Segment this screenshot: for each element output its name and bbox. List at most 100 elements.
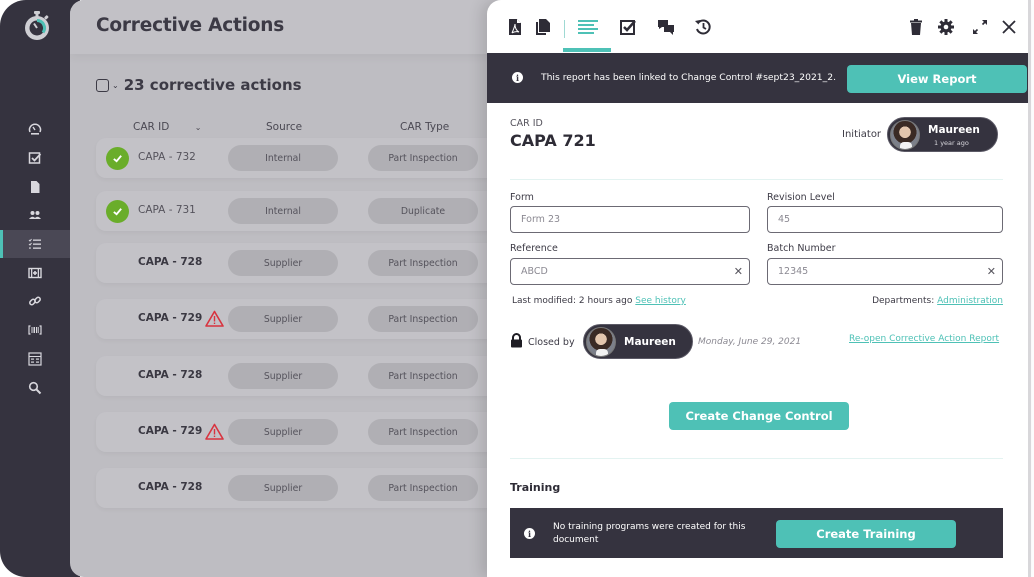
checklist-icon: [620, 20, 636, 35]
column-header-source[interactable]: Source: [266, 121, 302, 133]
last-modified: Last modified: 2 hours ago See history: [512, 296, 686, 306]
sidebar-item-tasks[interactable]: [0, 144, 70, 173]
link-icon: [29, 297, 41, 306]
car-id: CAPA - 732: [138, 151, 196, 163]
revision-level-value: 45: [778, 214, 791, 225]
completed-check-icon: [106, 147, 129, 170]
reference-field[interactable]: ABCD ✕: [510, 258, 750, 285]
details-lines-icon: [578, 20, 598, 34]
chevron-down-icon[interactable]: ⌄: [112, 81, 119, 90]
sidebar-item-medical[interactable]: [0, 258, 70, 287]
copy-button[interactable]: [533, 17, 553, 37]
gear-icon: [938, 19, 954, 35]
create-training-button[interactable]: Create Training: [776, 520, 956, 548]
car-id: CAPA - 728: [138, 481, 203, 493]
reopen-report-link[interactable]: Re-open Corrective Action Report: [849, 334, 999, 344]
source-pill: Internal: [228, 145, 338, 171]
expand-button[interactable]: [970, 17, 990, 37]
stopwatch-logo-icon[interactable]: [22, 10, 52, 42]
car-id: CAPA - 731: [138, 204, 196, 216]
sidebar: [0, 0, 80, 577]
revision-level-label: Revision Level: [767, 192, 835, 203]
expand-icon: [973, 20, 987, 34]
panel-scrollbar[interactable]: [1028, 0, 1031, 577]
reference-value: ABCD: [521, 266, 548, 277]
sort-chevron-icon[interactable]: ⌄: [195, 123, 202, 132]
pdf-button[interactable]: [505, 17, 525, 37]
column-header-car-id[interactable]: CAR ID ⌄: [133, 121, 201, 133]
table-row[interactable]: CAPA - 728 Supplier Part Inspection: [96, 356, 510, 396]
reference-label: Reference: [510, 243, 558, 254]
closed-by-chip[interactable]: Maureen: [583, 324, 693, 359]
column-header-car-type[interactable]: CAR Type: [400, 121, 449, 133]
sidebar-item-dashboard[interactable]: [0, 115, 70, 144]
sidebar-item-users[interactable]: [0, 201, 70, 230]
car-type-pill: Part Inspection: [368, 419, 478, 445]
table-row[interactable]: CAPA - 732 Internal Part Inspection: [96, 138, 510, 178]
closed-by-name: Maureen: [624, 336, 676, 348]
department-link[interactable]: Administration: [937, 296, 1003, 306]
table-row[interactable]: CAPA - 729 Supplier Part Inspection: [96, 299, 510, 339]
sidebar-item-links[interactable]: [0, 287, 70, 316]
sidebar-item-barcode[interactable]: [0, 316, 70, 345]
sidebar-nav: [0, 115, 70, 402]
panel-toolbar: [487, 0, 1031, 53]
source-pill: Supplier: [228, 419, 338, 445]
car-type-pill: Part Inspection: [368, 363, 478, 389]
page-title: Corrective Actions: [96, 15, 285, 36]
view-report-button[interactable]: View Report: [847, 65, 1027, 93]
checkbox-task-icon: [28, 152, 42, 164]
revision-level-field[interactable]: 45: [767, 206, 1003, 233]
column-label: CAR ID: [133, 121, 170, 133]
pdf-icon: [509, 19, 521, 35]
initiator-chip[interactable]: Maureen 1 year ago: [887, 117, 998, 152]
comments-icon: [658, 20, 674, 35]
source-pill: Internal: [228, 198, 338, 224]
car-id-value: CAPA 721: [510, 131, 596, 150]
sidebar-item-documents[interactable]: [0, 172, 70, 201]
table-row[interactable]: CAPA - 728 Supplier Part Inspection: [96, 468, 510, 508]
trash-icon: [910, 19, 922, 35]
car-id: CAPA - 728: [138, 256, 203, 268]
lock-icon: [511, 333, 522, 348]
table-row[interactable]: CAPA - 728 Supplier Part Inspection: [96, 243, 510, 283]
history-tab[interactable]: [693, 17, 713, 37]
sidebar-item-corrective-actions[interactable]: [0, 229, 70, 259]
table-row[interactable]: CAPA - 729 Supplier Part Inspection: [96, 412, 510, 452]
history-icon: [695, 19, 711, 35]
closed-by-label: Closed by: [528, 337, 575, 348]
form-field[interactable]: Form 23: [510, 206, 750, 233]
car-id: CAPA - 729: [138, 312, 203, 324]
checklist-tab[interactable]: [618, 17, 638, 37]
settings-button[interactable]: [936, 17, 956, 37]
table-row[interactable]: CAPA - 731 Internal Duplicate: [96, 191, 510, 231]
clear-icon[interactable]: ✕: [987, 265, 996, 278]
batch-number-value: 12345: [778, 266, 809, 277]
departments: Departments: Administration: [872, 296, 1003, 306]
create-change-control-button[interactable]: Create Change Control: [669, 402, 849, 430]
corrective-action-detail-panel: i This report has been linked to Change …: [487, 0, 1031, 577]
delete-button[interactable]: [906, 17, 926, 37]
details-tab[interactable]: [575, 17, 601, 37]
comments-tab[interactable]: [656, 17, 676, 37]
warning-icon: [205, 310, 224, 327]
sidebar-item-forms[interactable]: [0, 345, 70, 374]
divider: [510, 458, 1003, 459]
completed-check-icon: [106, 200, 129, 223]
training-title: Training: [510, 481, 561, 494]
bulk-select-row: ⌄ 23 corrective actions: [96, 76, 302, 94]
form-label: Form: [510, 192, 534, 203]
sidebar-item-search[interactable]: [0, 373, 70, 402]
select-all-checkbox[interactable]: [96, 78, 109, 92]
barcode-icon: [28, 325, 42, 335]
batch-number-field[interactable]: 12345 ✕: [767, 258, 1003, 285]
car-type-pill: Part Inspection: [368, 250, 478, 276]
initiator-name: Maureen: [928, 124, 980, 136]
see-history-link[interactable]: See history: [635, 296, 686, 306]
active-tab-indicator: [563, 48, 611, 52]
clear-icon[interactable]: ✕: [734, 265, 743, 278]
form-grid-icon: [28, 352, 42, 366]
document-icon: [31, 180, 40, 193]
close-button[interactable]: [999, 17, 1019, 37]
car-type-pill: Duplicate: [368, 198, 478, 224]
